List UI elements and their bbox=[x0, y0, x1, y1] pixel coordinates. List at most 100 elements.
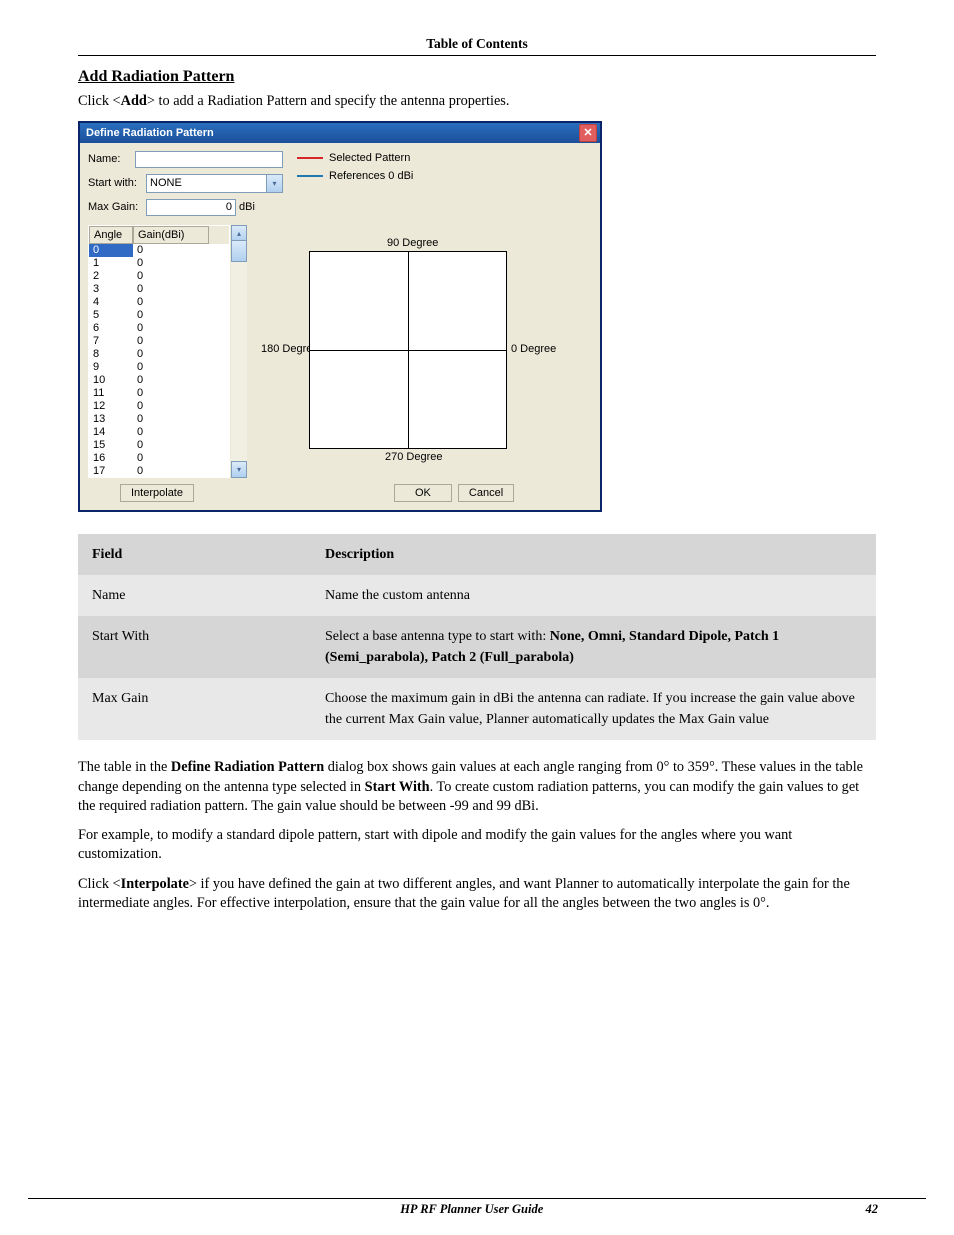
cell-angle: 3 bbox=[89, 283, 133, 296]
table-row[interactable]: 170 bbox=[89, 465, 229, 477]
table-row[interactable]: 80 bbox=[89, 348, 229, 361]
cell-angle: 17 bbox=[89, 465, 133, 477]
table-row[interactable]: 120 bbox=[89, 400, 229, 413]
cell-gain: 0 bbox=[133, 413, 209, 426]
legend-selected-label: Selected Pattern bbox=[329, 152, 410, 164]
maxgain-field[interactable] bbox=[146, 199, 236, 216]
col-gain: Gain(dBi) bbox=[133, 226, 209, 244]
cell: Max Gain bbox=[78, 678, 311, 740]
t: Click < bbox=[78, 93, 121, 109]
maxgain-label: Max Gain: bbox=[88, 201, 146, 213]
table-row[interactable]: 160 bbox=[89, 452, 229, 465]
t: > if you have defined the gain at two di… bbox=[78, 876, 850, 911]
start-with-select[interactable]: NONE ▾ bbox=[146, 174, 283, 193]
cell-gain: 0 bbox=[133, 374, 209, 387]
cell: Name bbox=[78, 575, 311, 616]
legend-swatch-reference bbox=[297, 175, 323, 177]
table-row[interactable]: 00 bbox=[89, 244, 229, 257]
chevron-down-icon: ▾ bbox=[266, 175, 282, 192]
t: The table in the bbox=[78, 759, 171, 775]
intro-paragraph: Click <Add> to add a Radiation Pattern a… bbox=[78, 92, 876, 111]
cell-angle: 8 bbox=[89, 348, 133, 361]
page-number: 42 bbox=[865, 1202, 878, 1217]
t: Click < bbox=[78, 876, 121, 892]
table-row[interactable]: 150 bbox=[89, 439, 229, 452]
cell-gain: 0 bbox=[133, 244, 209, 257]
table-row[interactable]: 130 bbox=[89, 413, 229, 426]
table-row[interactable]: 30 bbox=[89, 283, 229, 296]
t: > to add a Radiation Pattern and specify… bbox=[147, 93, 510, 109]
cancel-button[interactable]: Cancel bbox=[458, 484, 514, 502]
table-row: Name Name the custom antenna bbox=[78, 575, 876, 616]
table-row[interactable]: 50 bbox=[89, 309, 229, 322]
table-row[interactable]: 90 bbox=[89, 361, 229, 374]
cell: Name the custom antenna bbox=[311, 575, 876, 616]
name-label: Name: bbox=[88, 153, 135, 165]
col-angle: Angle bbox=[89, 226, 133, 244]
t: Add bbox=[121, 93, 147, 109]
cell-angle: 7 bbox=[89, 335, 133, 348]
cell-gain: 0 bbox=[133, 426, 209, 439]
scroll-thumb[interactable] bbox=[231, 240, 247, 262]
cell: Select a base antenna type to start with… bbox=[311, 616, 876, 678]
define-radiation-pattern-dialog: Define Radiation Pattern ✕ Name: Start w… bbox=[78, 121, 602, 512]
table-row[interactable]: 70 bbox=[89, 335, 229, 348]
table-row[interactable]: 20 bbox=[89, 270, 229, 283]
chart-box bbox=[309, 251, 507, 449]
legend-swatch-selected bbox=[297, 157, 323, 159]
name-field[interactable] bbox=[135, 151, 283, 168]
cell-gain: 0 bbox=[133, 335, 209, 348]
cell-gain: 0 bbox=[133, 322, 209, 335]
field-description-table: Field Description Name Name the custom a… bbox=[78, 534, 876, 740]
interpolate-button[interactable]: Interpolate bbox=[120, 484, 194, 502]
angle-gain-table[interactable]: Angle Gain(dBi) 001020304050607080901001… bbox=[88, 225, 230, 478]
cell-angle: 11 bbox=[89, 387, 133, 400]
footer-title: HP RF Planner User Guide bbox=[400, 1202, 543, 1217]
cell-gain: 0 bbox=[133, 309, 209, 322]
paragraph: The table in the Define Radiation Patter… bbox=[78, 758, 876, 816]
cell-gain: 0 bbox=[133, 439, 209, 452]
label-90deg: 90 Degree bbox=[387, 237, 438, 249]
legend: Selected Pattern References 0 dBi bbox=[297, 149, 413, 221]
cell-angle: 4 bbox=[89, 296, 133, 309]
dialog-title: Define Radiation Pattern bbox=[86, 127, 214, 139]
table-row: Max Gain Choose the maximum gain in dBi … bbox=[78, 678, 876, 740]
paragraph: Click <Interpolate> if you have defined … bbox=[78, 875, 876, 914]
table-row[interactable]: 10 bbox=[89, 257, 229, 270]
cell-gain: 0 bbox=[133, 452, 209, 465]
start-with-label: Start with: bbox=[88, 177, 146, 189]
label-0deg: 0 Degree bbox=[511, 343, 556, 355]
th-description: Description bbox=[325, 547, 394, 562]
cell-angle: 9 bbox=[89, 361, 133, 374]
scrollbar[interactable]: ▴ ▾ bbox=[230, 225, 247, 478]
table-row: Start With Select a base antenna type to… bbox=[78, 616, 876, 678]
t: Start With bbox=[365, 779, 430, 795]
cell-angle: 16 bbox=[89, 452, 133, 465]
cell-gain: 0 bbox=[133, 361, 209, 374]
section-title: Add Radiation Pattern bbox=[78, 68, 876, 86]
cell-gain: 0 bbox=[133, 387, 209, 400]
cell-gain: 0 bbox=[133, 465, 209, 477]
ok-button[interactable]: OK bbox=[394, 484, 452, 502]
table-row[interactable]: 40 bbox=[89, 296, 229, 309]
table-row[interactable]: 110 bbox=[89, 387, 229, 400]
cell-gain: 0 bbox=[133, 257, 209, 270]
cell-angle: 10 bbox=[89, 374, 133, 387]
cell-gain: 0 bbox=[133, 348, 209, 361]
table-row: Field Description bbox=[78, 534, 876, 575]
table-row[interactable]: 140 bbox=[89, 426, 229, 439]
cell-gain: 0 bbox=[133, 400, 209, 413]
footer: HP RF Planner User Guide 42 bbox=[28, 1198, 926, 1217]
radiation-chart: 90 Degree 180 Degree 0 Degree 270 Degree bbox=[255, 225, 592, 478]
cell-angle: 12 bbox=[89, 400, 133, 413]
cell-angle: 2 bbox=[89, 270, 133, 283]
dialog-titlebar: Define Radiation Pattern ✕ bbox=[80, 123, 600, 143]
table-row[interactable]: 60 bbox=[89, 322, 229, 335]
scroll-down-icon[interactable]: ▾ bbox=[231, 461, 247, 478]
cell-gain: 0 bbox=[133, 270, 209, 283]
close-icon[interactable]: ✕ bbox=[579, 124, 597, 142]
table-row[interactable]: 100 bbox=[89, 374, 229, 387]
cell-angle: 14 bbox=[89, 426, 133, 439]
cell: Choose the maximum gain in dBi the anten… bbox=[311, 678, 876, 740]
cell-angle: 6 bbox=[89, 322, 133, 335]
